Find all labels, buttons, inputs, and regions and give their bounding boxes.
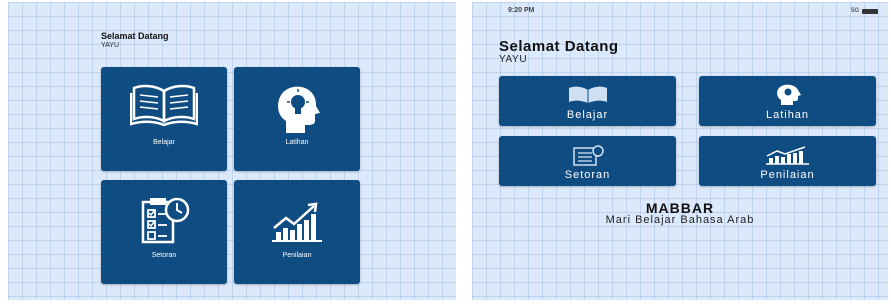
- menu-tile-label: Penilaian: [760, 169, 815, 181]
- menu-tile-belajar[interactable]: Belajar: [101, 67, 227, 171]
- menu-tile-label: Setoran: [564, 169, 611, 181]
- greeting-username: YAYU: [499, 54, 528, 65]
- menu-tile-label: Setoran: [151, 252, 177, 259]
- left-screen: Selamat Datang YAYU Belajar Latihan Seto…: [8, 2, 456, 300]
- open-book-icon: [101, 81, 227, 127]
- bar-chart-trend-icon: [699, 144, 876, 166]
- menu-tile-belajar[interactable]: Belajar: [499, 76, 676, 126]
- menu-tile-label: Penilaian: [282, 252, 312, 259]
- open-book-icon: [499, 84, 676, 106]
- greeting-title: Selamat Datang: [499, 38, 619, 55]
- status-icons: 5G: [851, 8, 878, 14]
- battery-icon: [862, 8, 878, 14]
- menu-tile-penilaian[interactable]: Penilaian: [234, 180, 360, 284]
- head-lightbulb-icon: [234, 81, 360, 135]
- status-time: 9:20 PM: [508, 7, 535, 14]
- greeting-title: Selamat Datang: [101, 31, 169, 41]
- menu-tile-setoran[interactable]: Setoran: [499, 136, 676, 186]
- head-lightbulb-icon: [699, 84, 876, 106]
- clipboard-checklist-clock-icon: [101, 194, 227, 246]
- menu-tile-latihan[interactable]: Latihan: [234, 67, 360, 171]
- menu-tile-label: Latihan: [765, 109, 810, 121]
- clipboard-checklist-clock-icon: [499, 144, 676, 168]
- status-bar: 9:20 PM 5G: [472, 2, 888, 22]
- menu-tile-latihan[interactable]: Latihan: [699, 76, 876, 126]
- signal-indicator: 5G: [850, 8, 859, 14]
- menu-tile-label: Latihan: [285, 139, 309, 146]
- greeting-username: YAYU: [101, 42, 120, 49]
- bar-chart-trend-icon: [234, 194, 360, 244]
- app-tagline: Mari Belajar Bahasa Arab: [605, 214, 755, 226]
- menu-tile-label: Belajar: [153, 139, 175, 146]
- right-screen: 9:20 PM 5G Selamat Datang YAYU Belajar L…: [472, 2, 888, 300]
- menu-tile-penilaian[interactable]: Penilaian: [699, 136, 876, 186]
- menu-tile-setoran[interactable]: Setoran: [101, 180, 227, 284]
- menu-tile-label: Belajar: [566, 109, 609, 121]
